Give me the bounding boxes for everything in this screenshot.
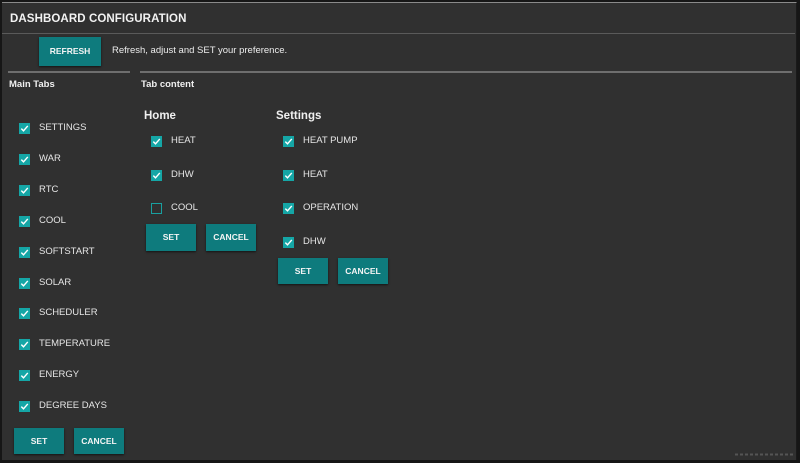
resize-grip-icon[interactable] [735,451,793,458]
settings-cancel-button[interactable]: CANCEL [338,258,388,284]
check-icon [152,138,161,145]
refresh-button[interactable]: REFRESH [39,37,101,66]
checkbox[interactable] [151,169,162,181]
checkbox[interactable] [19,184,30,196]
option-label: DHW [303,235,326,247]
main-tabs-divider [8,71,130,73]
option-label: SCHEDULER [39,307,98,319]
option-label: OPERATION [303,202,359,213]
checkbox[interactable] [19,401,30,413]
check-icon [20,187,29,194]
checkbox[interactable] [283,203,294,214]
settings-group-title: Settings [276,110,322,122]
dashboard-config-panel: DASHBOARD CONFIGURATION REFRESH Refresh,… [2,2,797,460]
check-icon [20,372,29,380]
check-icon [20,249,29,256]
checkbox[interactable] [283,136,294,147]
checkbox[interactable] [19,246,30,258]
check-icon [20,310,29,318]
page-title: DASHBOARD CONFIGURATION [10,13,187,25]
check-icon [20,125,29,132]
option-label: RTC [39,183,59,195]
option-label: SETTINGS [39,122,87,133]
tab-content-heading: Tab content [141,79,195,90]
home-set-button[interactable]: SET [146,224,196,251]
option-label: DEGREE DAYS [39,400,107,412]
check-icon [284,171,293,179]
check-icon [20,156,29,163]
option-label: SOLAR [39,276,72,288]
checkbox[interactable] [283,236,294,248]
option-label: COOL [39,214,66,226]
checkbox[interactable] [19,370,30,382]
checkbox[interactable] [19,123,30,134]
checkbox[interactable] [151,203,162,214]
option-label: ENERGY [39,369,80,381]
check-icon [284,138,293,145]
tab-content-divider [140,71,792,73]
main-tabs-set-button[interactable]: SET [14,428,64,454]
checkbox[interactable] [19,339,30,351]
check-icon [20,218,29,225]
option-label: SOFTSTART [39,245,95,257]
title-divider [2,33,795,34]
checkbox[interactable] [151,136,162,147]
option-label: COOL [171,202,198,213]
check-icon [284,205,293,212]
option-label: DHW [171,168,194,180]
option-label: TEMPERATURE [39,338,111,350]
check-icon [152,171,161,179]
settings-set-button[interactable]: SET [278,258,328,284]
check-icon [20,403,29,410]
check-icon [284,238,293,246]
option-label: HEAT PUMP [303,135,358,146]
checkbox[interactable] [19,153,30,165]
check-icon [20,279,29,287]
main-tabs-heading: Main Tabs [9,79,55,90]
checkbox[interactable] [283,169,294,181]
refresh-hint-text: Refresh, adjust and SET your preference. [112,45,288,56]
option-label: HEAT [303,168,328,180]
checkbox[interactable] [19,215,30,227]
check-icon [20,341,29,349]
option-label: WAR [39,152,61,164]
home-cancel-button[interactable]: CANCEL [206,224,256,251]
main-tabs-cancel-button[interactable]: CANCEL [74,428,124,454]
checkbox[interactable] [19,277,30,289]
checkbox[interactable] [19,308,30,320]
option-label: HEAT [171,135,196,146]
home-group-title: Home [144,110,176,122]
